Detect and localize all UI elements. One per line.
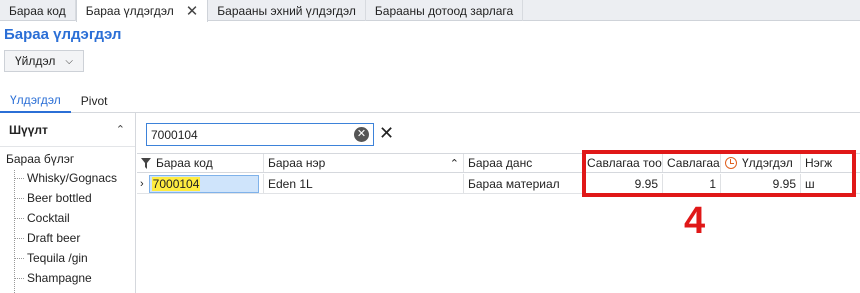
tree-item[interactable]: Draft beer xyxy=(27,231,80,245)
doc-tab-product-balance[interactable]: Бараа үлдэгдэл ✕ xyxy=(75,0,209,22)
column-header-pack-qty[interactable]: Савлагаа тоо xyxy=(583,154,663,172)
sort-ascending-icon: ⌃ xyxy=(449,157,459,170)
annotation-number: 4 xyxy=(684,200,706,242)
search-match-highlight: 7000104 xyxy=(151,176,201,191)
filter-panel-header[interactable]: Шүүлт ⌃ xyxy=(0,113,135,147)
doc-tab-product-code[interactable]: Бараа код xyxy=(0,0,76,21)
tree-connector xyxy=(14,170,15,293)
clear-search-icon[interactable]: ✕ xyxy=(354,127,369,142)
doc-tab-internal-issue[interactable]: Барааны дотоод зарлага xyxy=(366,0,524,21)
column-header-product-code[interactable]: Бараа код xyxy=(137,154,264,172)
action-dropdown-button[interactable]: Үйлдэл ⌵ xyxy=(4,50,84,72)
column-header-label: Савлагаа xyxy=(667,156,720,170)
app-window: Бараа код Бараа үлдэгдэл ✕ Барааны эхний… xyxy=(0,0,860,293)
filter-panel: Шүүлт ⌃ Бараа бүлэг Whisky/Gognacs Beer … xyxy=(0,113,136,293)
tree-item[interactable]: Whisky/Gognacs xyxy=(27,171,117,185)
tree-item[interactable]: Tequila /gin xyxy=(27,251,88,265)
cell-product-name[interactable]: Eden 1L xyxy=(264,174,464,193)
column-header-label: Үлдэгдэл xyxy=(742,156,793,170)
column-header-label: Савлагаа тоо xyxy=(587,156,662,170)
view-tab-bar: Үлдэгдэл Pivot xyxy=(0,89,860,113)
column-header-label: Бараа код xyxy=(156,156,213,170)
product-balance-grid: Бараа код Бараа нэр ⌃ Бараа данс Савлага… xyxy=(137,153,860,195)
tree-connector xyxy=(14,218,24,219)
clock-icon xyxy=(725,157,737,169)
doc-tab-label: Бараа үлдэгдэл xyxy=(85,4,174,18)
search-input[interactable] xyxy=(151,127,351,142)
table-row[interactable]: › 7000104 Eden 1L Бараа материал 9.95 1 … xyxy=(137,174,860,194)
chevron-down-icon: ⌵ xyxy=(65,55,73,67)
tab-balance[interactable]: Үлдэгдэл xyxy=(0,89,71,113)
tree-connector xyxy=(14,258,24,259)
column-header-label: Нэгж xyxy=(805,156,833,170)
close-icon[interactable]: ✕ xyxy=(186,4,199,19)
tree-connector xyxy=(14,238,24,239)
filter-icon[interactable] xyxy=(141,157,151,169)
chevron-up-icon[interactable]: ⌃ xyxy=(116,123,125,136)
row-expand-icon[interactable]: › xyxy=(140,178,144,190)
doc-tab-opening-balance[interactable]: Барааны эхний үлдэгдэл xyxy=(208,0,366,21)
tree-item[interactable]: Cocktail xyxy=(27,211,70,225)
tree-item[interactable]: Beer bottled xyxy=(27,191,92,205)
cell-product-code[interactable]: › 7000104 xyxy=(137,174,264,193)
tree-item[interactable]: Shampagne xyxy=(27,271,92,285)
cell-unit[interactable]: ш xyxy=(801,174,860,193)
filter-panel-title: Шүүлт xyxy=(9,122,48,137)
column-header-balance[interactable]: Үлдэгдэл xyxy=(721,154,801,172)
column-header-label: Бараа данс xyxy=(468,156,533,170)
column-header-account[interactable]: Бараа данс xyxy=(464,154,583,172)
close-search-icon[interactable]: ✕ xyxy=(379,122,394,144)
search-box: ✕ xyxy=(146,123,374,146)
doc-tab-label: Барааны эхний үлдэгдэл xyxy=(217,3,356,18)
document-tab-bar: Бараа код Бараа үлдэгдэл ✕ Барааны эхний… xyxy=(0,0,860,22)
tree-connector xyxy=(14,178,24,179)
cell-pack-qty[interactable]: 9.95 xyxy=(583,174,663,193)
selected-cell[interactable]: 7000104 xyxy=(148,174,259,193)
action-dropdown-label: Үйлдэл xyxy=(15,54,56,68)
tree-connector xyxy=(14,198,24,199)
column-header-unit[interactable]: Нэгж xyxy=(801,154,860,172)
column-header-product-name[interactable]: Бараа нэр ⌃ xyxy=(264,154,464,172)
tree-root-product-group[interactable]: Бараа бүлэг xyxy=(6,152,74,166)
tree-connector xyxy=(14,278,24,279)
tab-pivot[interactable]: Pivot xyxy=(71,89,118,113)
cell-account[interactable]: Бараа материал xyxy=(464,174,583,193)
doc-tab-label: Барааны дотоод зарлага xyxy=(374,3,514,18)
page-title: Бараа үлдэгдэл xyxy=(4,26,122,43)
cell-balance[interactable]: 9.95 xyxy=(721,174,801,193)
cell-pack[interactable]: 1 xyxy=(663,174,721,193)
column-header-label: Бараа нэр xyxy=(268,156,326,170)
grid-header-row: Бараа код Бараа нэр ⌃ Бараа данс Савлага… xyxy=(137,153,860,173)
doc-tab-label: Бараа код xyxy=(9,3,66,18)
column-header-pack[interactable]: Савлагаа xyxy=(663,154,721,172)
